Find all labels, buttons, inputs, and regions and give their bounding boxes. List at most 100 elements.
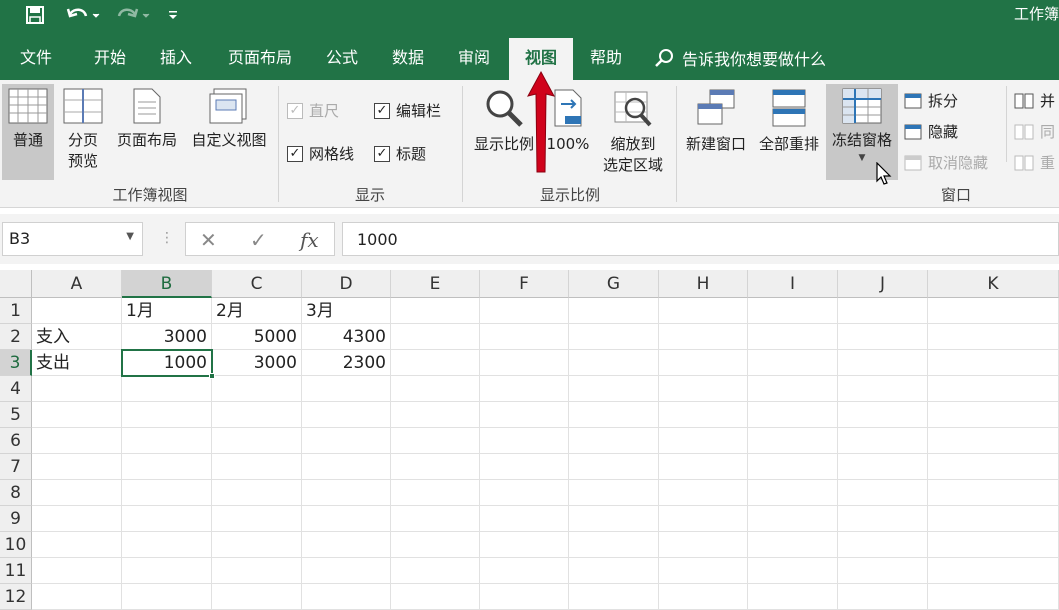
tab-review[interactable]: 审阅	[444, 38, 504, 80]
cell-J11[interactable]	[838, 558, 928, 584]
tab-help[interactable]: 帮助	[576, 38, 636, 80]
column-header-J[interactable]: J	[838, 270, 928, 298]
column-header-D[interactable]: D	[302, 270, 391, 298]
cell-D6[interactable]	[302, 428, 391, 454]
cell-G9[interactable]	[569, 506, 659, 532]
custom-views-button[interactable]: 自定义视图	[186, 88, 272, 151]
cell-J7[interactable]	[838, 454, 928, 480]
cell-E4[interactable]	[391, 376, 480, 402]
cell-A3[interactable]: 支出	[32, 350, 122, 376]
cell-A9[interactable]	[32, 506, 122, 532]
page-break-preview-button[interactable]: 分页 预览	[58, 88, 108, 172]
cell-I5[interactable]	[748, 402, 838, 428]
cell-E8[interactable]	[391, 480, 480, 506]
cell-F9[interactable]	[480, 506, 569, 532]
reset-position-button[interactable]: 重	[1014, 152, 1055, 173]
cell-F12[interactable]	[480, 584, 569, 610]
cell-A12[interactable]	[32, 584, 122, 610]
column-header-E[interactable]: E	[391, 270, 480, 298]
cell-F11[interactable]	[480, 558, 569, 584]
cell-C8[interactable]	[212, 480, 302, 506]
cell-E12[interactable]	[391, 584, 480, 610]
cell-G11[interactable]	[569, 558, 659, 584]
column-header-C[interactable]: C	[212, 270, 302, 298]
cell-F6[interactable]	[480, 428, 569, 454]
column-header-I[interactable]: I	[748, 270, 838, 298]
hide-button[interactable]: 隐藏	[904, 121, 958, 142]
unhide-button[interactable]: 取消隐藏	[904, 152, 988, 173]
tell-me-search[interactable]: 告诉我你想要做什么	[654, 46, 826, 70]
column-header-H[interactable]: H	[659, 270, 748, 298]
cell-G12[interactable]	[569, 584, 659, 610]
cell-E7[interactable]	[391, 454, 480, 480]
cell-H11[interactable]	[659, 558, 748, 584]
normal-view-button[interactable]: 普通	[2, 88, 54, 151]
view-side-by-side-button[interactable]: 并	[1014, 90, 1055, 111]
cell-K12[interactable]	[928, 584, 1059, 610]
cell-F3[interactable]	[480, 350, 569, 376]
cell-G6[interactable]	[569, 428, 659, 454]
new-window-button[interactable]: 新建窗口	[680, 88, 752, 155]
row-header-7[interactable]: 7	[0, 454, 32, 480]
row-header-3[interactable]: 3	[0, 350, 32, 376]
cell-D7[interactable]	[302, 454, 391, 480]
cell-F5[interactable]	[480, 402, 569, 428]
cell-I8[interactable]	[748, 480, 838, 506]
cell-C5[interactable]	[212, 402, 302, 428]
customize-qat-icon[interactable]	[166, 3, 180, 27]
cell-B10[interactable]	[122, 532, 212, 558]
cell-H10[interactable]	[659, 532, 748, 558]
cell-E10[interactable]	[391, 532, 480, 558]
cell-A2[interactable]: 支入	[32, 324, 122, 350]
formula-input[interactable]: 1000	[342, 222, 1059, 256]
tab-formulas[interactable]: 公式	[312, 38, 372, 80]
name-box[interactable]: B3 ▼	[2, 222, 143, 256]
cell-E9[interactable]	[391, 506, 480, 532]
cell-I3[interactable]	[748, 350, 838, 376]
row-header-10[interactable]: 10	[0, 532, 32, 558]
cell-I11[interactable]	[748, 558, 838, 584]
cell-G10[interactable]	[569, 532, 659, 558]
cell-D9[interactable]	[302, 506, 391, 532]
ruler-checkbox[interactable]: ✓ 直尺	[287, 100, 339, 121]
page-layout-view-button[interactable]: 页面布局	[112, 88, 182, 151]
cell-B5[interactable]	[122, 402, 212, 428]
cell-K2[interactable]	[928, 324, 1059, 350]
cell-C4[interactable]	[212, 376, 302, 402]
cell-J8[interactable]	[838, 480, 928, 506]
cell-E1[interactable]	[391, 298, 480, 324]
cell-I10[interactable]	[748, 532, 838, 558]
cell-K4[interactable]	[928, 376, 1059, 402]
cell-I9[interactable]	[748, 506, 838, 532]
cell-G3[interactable]	[569, 350, 659, 376]
cell-I4[interactable]	[748, 376, 838, 402]
cell-B6[interactable]	[122, 428, 212, 454]
cell-B9[interactable]	[122, 506, 212, 532]
cancel-icon[interactable]: ✕	[200, 228, 217, 252]
headings-checkbox[interactable]: ✓ 标题	[374, 143, 426, 164]
fill-handle[interactable]	[209, 373, 215, 379]
cell-J9[interactable]	[838, 506, 928, 532]
cell-C11[interactable]	[212, 558, 302, 584]
cell-E11[interactable]	[391, 558, 480, 584]
name-box-dropdown-icon[interactable]: ▼	[126, 231, 134, 242]
cell-D8[interactable]	[302, 480, 391, 506]
cell-C2[interactable]: 5000	[212, 324, 302, 350]
gridlines-checkbox[interactable]: ✓ 网格线	[287, 143, 354, 164]
insert-function-icon[interactable]: fx	[300, 228, 319, 252]
cell-I1[interactable]	[748, 298, 838, 324]
cell-J10[interactable]	[838, 532, 928, 558]
cell-I12[interactable]	[748, 584, 838, 610]
cell-H6[interactable]	[659, 428, 748, 454]
cell-F10[interactable]	[480, 532, 569, 558]
redo-icon[interactable]	[114, 3, 154, 27]
cell-C7[interactable]	[212, 454, 302, 480]
cell-A11[interactable]	[32, 558, 122, 584]
row-header-9[interactable]: 9	[0, 506, 32, 532]
cell-B11[interactable]	[122, 558, 212, 584]
row-header-8[interactable]: 8	[0, 480, 32, 506]
cell-B2[interactable]: 3000	[122, 324, 212, 350]
undo-icon[interactable]	[62, 3, 104, 27]
zoom-to-selection-button[interactable]: 缩放到 选定区域	[596, 88, 670, 176]
cell-K9[interactable]	[928, 506, 1059, 532]
